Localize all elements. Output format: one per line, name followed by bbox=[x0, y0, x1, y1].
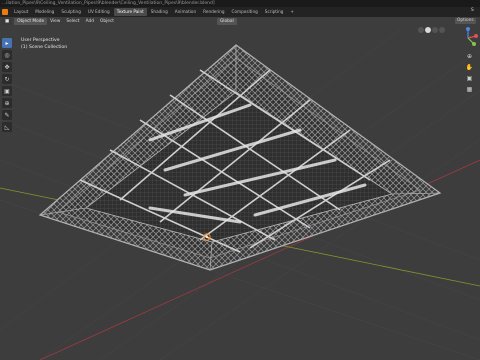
scale-tool-icon[interactable]: ▣ bbox=[2, 86, 12, 96]
menu-add[interactable]: Add bbox=[83, 19, 97, 24]
tab-shading[interactable]: Shading bbox=[148, 8, 171, 16]
transform-tool-icon[interactable]: ⊕ bbox=[2, 98, 12, 108]
viewport-scene bbox=[0, 29, 480, 360]
pan-hand-icon[interactable]: ✋ bbox=[465, 63, 474, 72]
material-shading-button[interactable] bbox=[432, 27, 438, 33]
transform-orientation-dropdown[interactable]: Global bbox=[216, 18, 237, 25]
grid-icon[interactable]: ▦ bbox=[465, 85, 474, 94]
cursor-tool-icon[interactable]: ◎ bbox=[2, 50, 12, 60]
editor-type-button[interactable]: ■ bbox=[2, 18, 13, 25]
shading-buttons bbox=[418, 27, 445, 33]
3d-viewport[interactable] bbox=[0, 17, 480, 360]
menu-select[interactable]: Select bbox=[63, 19, 82, 24]
tab-compositing[interactable]: Compositing bbox=[229, 8, 261, 16]
window-title: ...ilation_Pipes\9\Ceiling_Ventilation_P… bbox=[0, 0, 480, 7]
collection-name: (1) Scene Collection bbox=[21, 44, 68, 50]
tab-rendering[interactable]: Rendering bbox=[200, 8, 227, 16]
zoom-icon[interactable]: ⊕ bbox=[465, 52, 474, 61]
menu-view[interactable]: View bbox=[47, 19, 63, 24]
tab-modeling[interactable]: Modeling bbox=[32, 8, 57, 16]
tab-sculpting[interactable]: Sculpting bbox=[58, 8, 84, 16]
tab-layout[interactable]: Layout bbox=[11, 8, 31, 16]
scene-selector[interactable]: S bbox=[471, 8, 474, 13]
tab-uv-editing[interactable]: UV Editing bbox=[85, 8, 113, 16]
workspace-tabs: Layout Modeling Sculpting UV Editing Tex… bbox=[0, 7, 480, 17]
tab-animation[interactable]: Animation bbox=[172, 8, 199, 16]
navigation-gizmo[interactable] bbox=[456, 26, 480, 50]
tab-scripting[interactable]: Scripting bbox=[262, 8, 287, 16]
solid-shading-button[interactable] bbox=[425, 27, 431, 33]
navigation-controls: ⊕ ✋ ▣ ▦ bbox=[465, 52, 475, 94]
mode-dropdown[interactable]: Object Mode bbox=[14, 18, 48, 25]
annotate-tool-icon[interactable]: ✎ bbox=[2, 110, 12, 120]
add-workspace-button[interactable]: + bbox=[287, 8, 297, 16]
origin-dot bbox=[206, 236, 208, 238]
toolbar: ▸ ◎ ✥ ↻ ▣ ⊕ ✎ ◺ bbox=[2, 38, 12, 132]
viewport-info: User Perspective (1) Scene Collection bbox=[21, 38, 67, 51]
camera-icon[interactable]: ▣ bbox=[465, 74, 474, 83]
measure-tool-icon[interactable]: ◺ bbox=[2, 122, 12, 132]
rendered-shading-button[interactable] bbox=[439, 27, 445, 33]
options-dropdown[interactable]: Options bbox=[455, 18, 476, 24]
rotate-tool-icon[interactable]: ↻ bbox=[2, 74, 12, 84]
wireframe-shading-button[interactable] bbox=[418, 27, 424, 33]
menu-object[interactable]: Object bbox=[97, 19, 117, 24]
select-tool-icon[interactable]: ▸ bbox=[2, 38, 12, 48]
move-tool-icon[interactable]: ✥ bbox=[2, 62, 12, 72]
viewport-header: ■ Object Mode View Select Add Object Glo… bbox=[0, 17, 480, 26]
tab-texture-paint[interactable]: Texture Paint bbox=[113, 8, 147, 16]
blender-logo-icon[interactable] bbox=[2, 9, 8, 15]
